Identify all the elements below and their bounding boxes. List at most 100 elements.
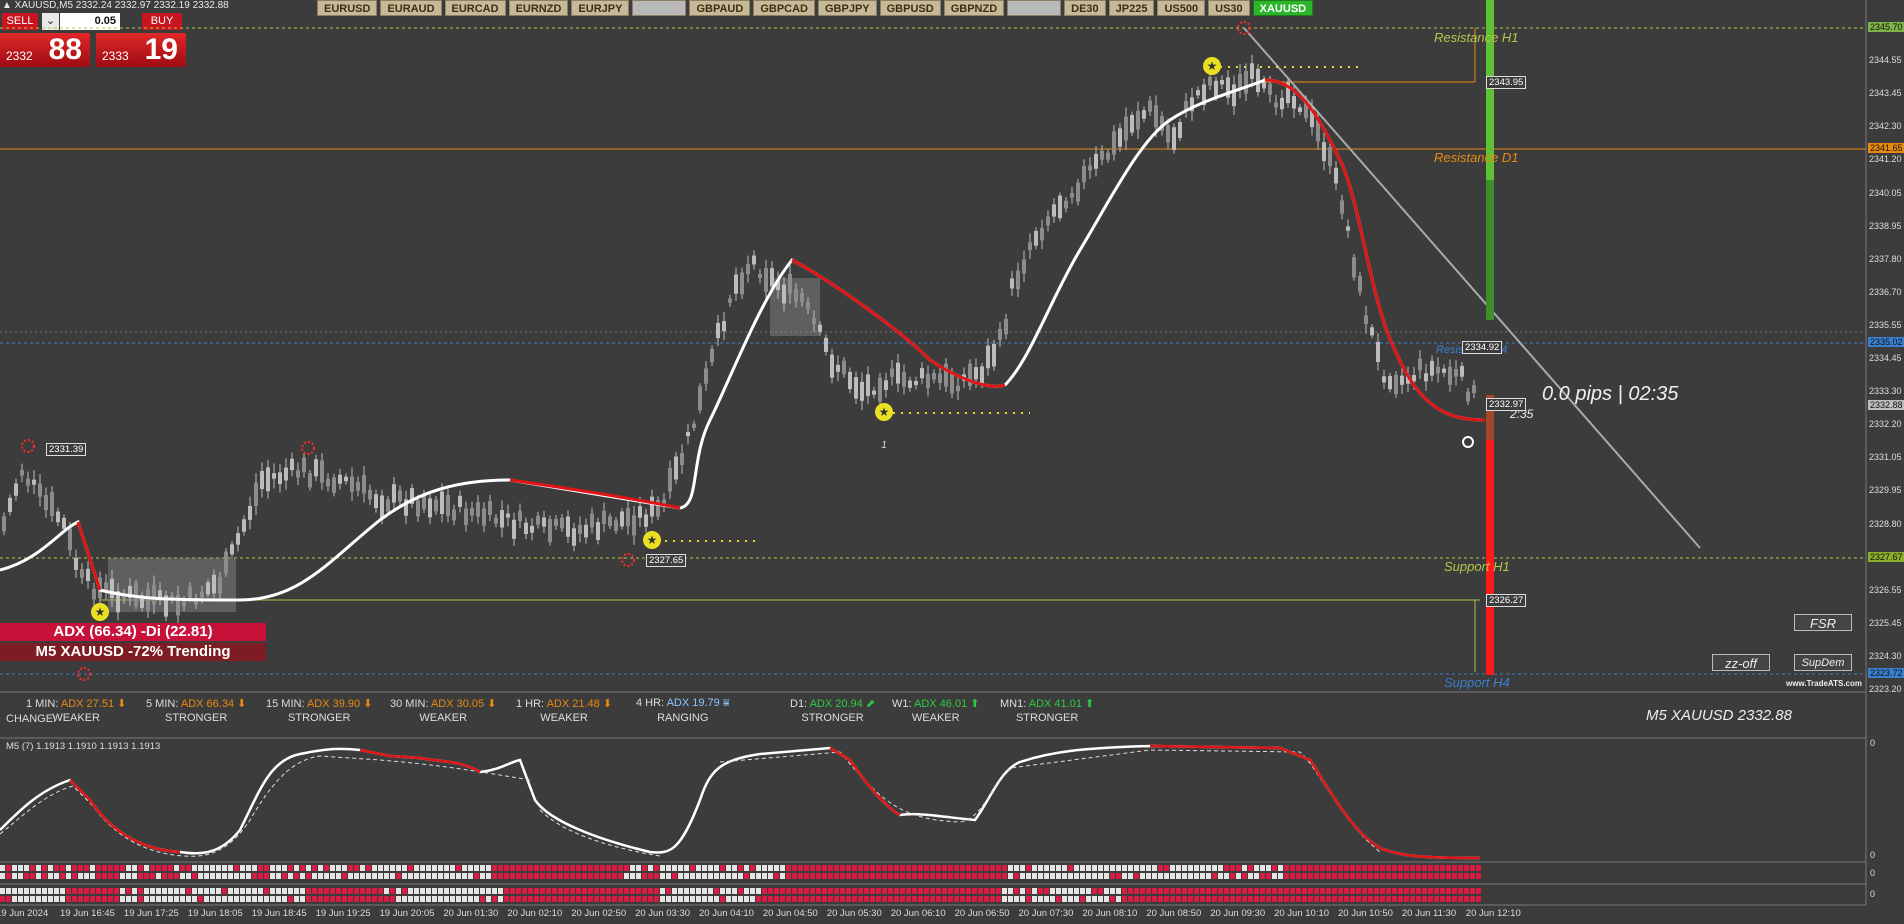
candle-body (728, 298, 732, 303)
candle-body (50, 492, 54, 516)
heat-cell (288, 873, 293, 879)
heat-cell (528, 865, 533, 871)
heat-cell (636, 865, 641, 871)
heat-cell (210, 873, 215, 879)
candle-body (80, 569, 84, 578)
heat-cell (552, 873, 557, 879)
heat-cell (66, 888, 71, 894)
price-box-label: 2343.95 (1486, 76, 1527, 89)
heat-cell (1236, 888, 1241, 894)
time-axis-tick: 20 Jun 02:10 (507, 908, 563, 919)
heat-cell (1044, 873, 1049, 879)
tf-status: WEAKER (52, 712, 101, 724)
heat-cell (642, 896, 647, 902)
heat-cell (936, 873, 941, 879)
heat-cell (30, 896, 35, 902)
heat-cell (1086, 873, 1091, 879)
heat-cell (1344, 865, 1349, 871)
heat-cell (570, 865, 575, 871)
heat-cell (78, 873, 83, 879)
heat-cell (516, 865, 521, 871)
heat-cell (396, 873, 401, 879)
price-chart[interactable]: ★ ★ ★ ★ 1 0.0 pips | 02:35 2:35 www.Trad… (0, 0, 1904, 924)
heat-cell (1296, 888, 1301, 894)
heat-cell (522, 896, 527, 902)
heat-cell (300, 896, 305, 902)
candle-body (980, 366, 984, 385)
heat-cell (870, 865, 875, 871)
heat-cell (1362, 896, 1367, 902)
heat-cell (738, 888, 743, 894)
heat-cell (1368, 896, 1373, 902)
heat-cell (600, 888, 605, 894)
heat-cell (102, 888, 107, 894)
heat-cell (996, 888, 1001, 894)
adx-values: ADX (66.34) -Di (22.81) (0, 623, 266, 641)
heat-cell (498, 896, 503, 902)
heat-cell (912, 896, 917, 902)
candle-body (788, 273, 792, 294)
heat-cell (678, 888, 683, 894)
heat-cell (1278, 888, 1283, 894)
heat-cell (132, 873, 137, 879)
candle-body (1130, 115, 1134, 133)
heat-cell (1356, 896, 1361, 902)
heat-cell (312, 888, 317, 894)
heat-cell (936, 888, 941, 894)
heat-cell (1236, 873, 1241, 879)
candle-body (1250, 63, 1254, 79)
heat-cell (1338, 888, 1343, 894)
heat-cell (6, 888, 11, 894)
heat-cell (1032, 873, 1037, 879)
heat-cell (306, 873, 311, 879)
candle-body (308, 473, 312, 488)
heat-cell (504, 896, 509, 902)
heat-cell (534, 865, 539, 871)
heat-cell (1194, 888, 1199, 894)
heat-cell (1428, 873, 1433, 879)
heat-cell (990, 896, 995, 902)
heat-cell (1314, 873, 1319, 879)
price-axis-tick: 2341.20 (1869, 154, 1902, 165)
heat-cell (438, 873, 443, 879)
heat-cell (1050, 896, 1055, 902)
heat-cell (792, 865, 797, 871)
time-axis-tick: 19 Jun 20:05 (379, 908, 435, 919)
heat-cell (786, 896, 791, 902)
heat-cell (258, 865, 263, 871)
heat-cell (714, 865, 719, 871)
heat-cell (510, 865, 515, 871)
tf-arrow: ⬈ (865, 698, 876, 710)
heat-cell (1326, 896, 1331, 902)
heat-cell (426, 865, 431, 871)
tf-label: 4 HR: (636, 697, 665, 709)
heat-cell (210, 896, 215, 902)
heat-cell (324, 896, 329, 902)
heat-cell (1242, 865, 1247, 871)
heat-cell (732, 888, 737, 894)
fsr-button[interactable]: FSR (1794, 614, 1852, 631)
heat-cell (882, 896, 887, 902)
heat-cell (360, 896, 365, 902)
heat-cell (402, 888, 407, 894)
heat-cell (102, 896, 107, 902)
price-axis-tick: 2335.55 (1869, 319, 1902, 330)
heat-cell (576, 865, 581, 871)
heat-cell (492, 865, 497, 871)
supdem-button[interactable]: SupDem (1794, 654, 1852, 671)
heat-cell (834, 873, 839, 879)
zz-off-button[interactable]: zz-off (1712, 654, 1770, 671)
heat-cell (1308, 873, 1313, 879)
heat-cell (966, 865, 971, 871)
heat-cell (810, 873, 815, 879)
heat-cell (1266, 896, 1271, 902)
heat-cell (1272, 888, 1277, 894)
heat-cell (1242, 896, 1247, 902)
heat-cell (60, 865, 65, 871)
heat-cell (1404, 873, 1409, 879)
heat-cell (192, 888, 197, 894)
heat-cell (858, 896, 863, 902)
heat-cell (1272, 896, 1277, 902)
heat-cell (402, 873, 407, 879)
heat-cell (54, 865, 59, 871)
